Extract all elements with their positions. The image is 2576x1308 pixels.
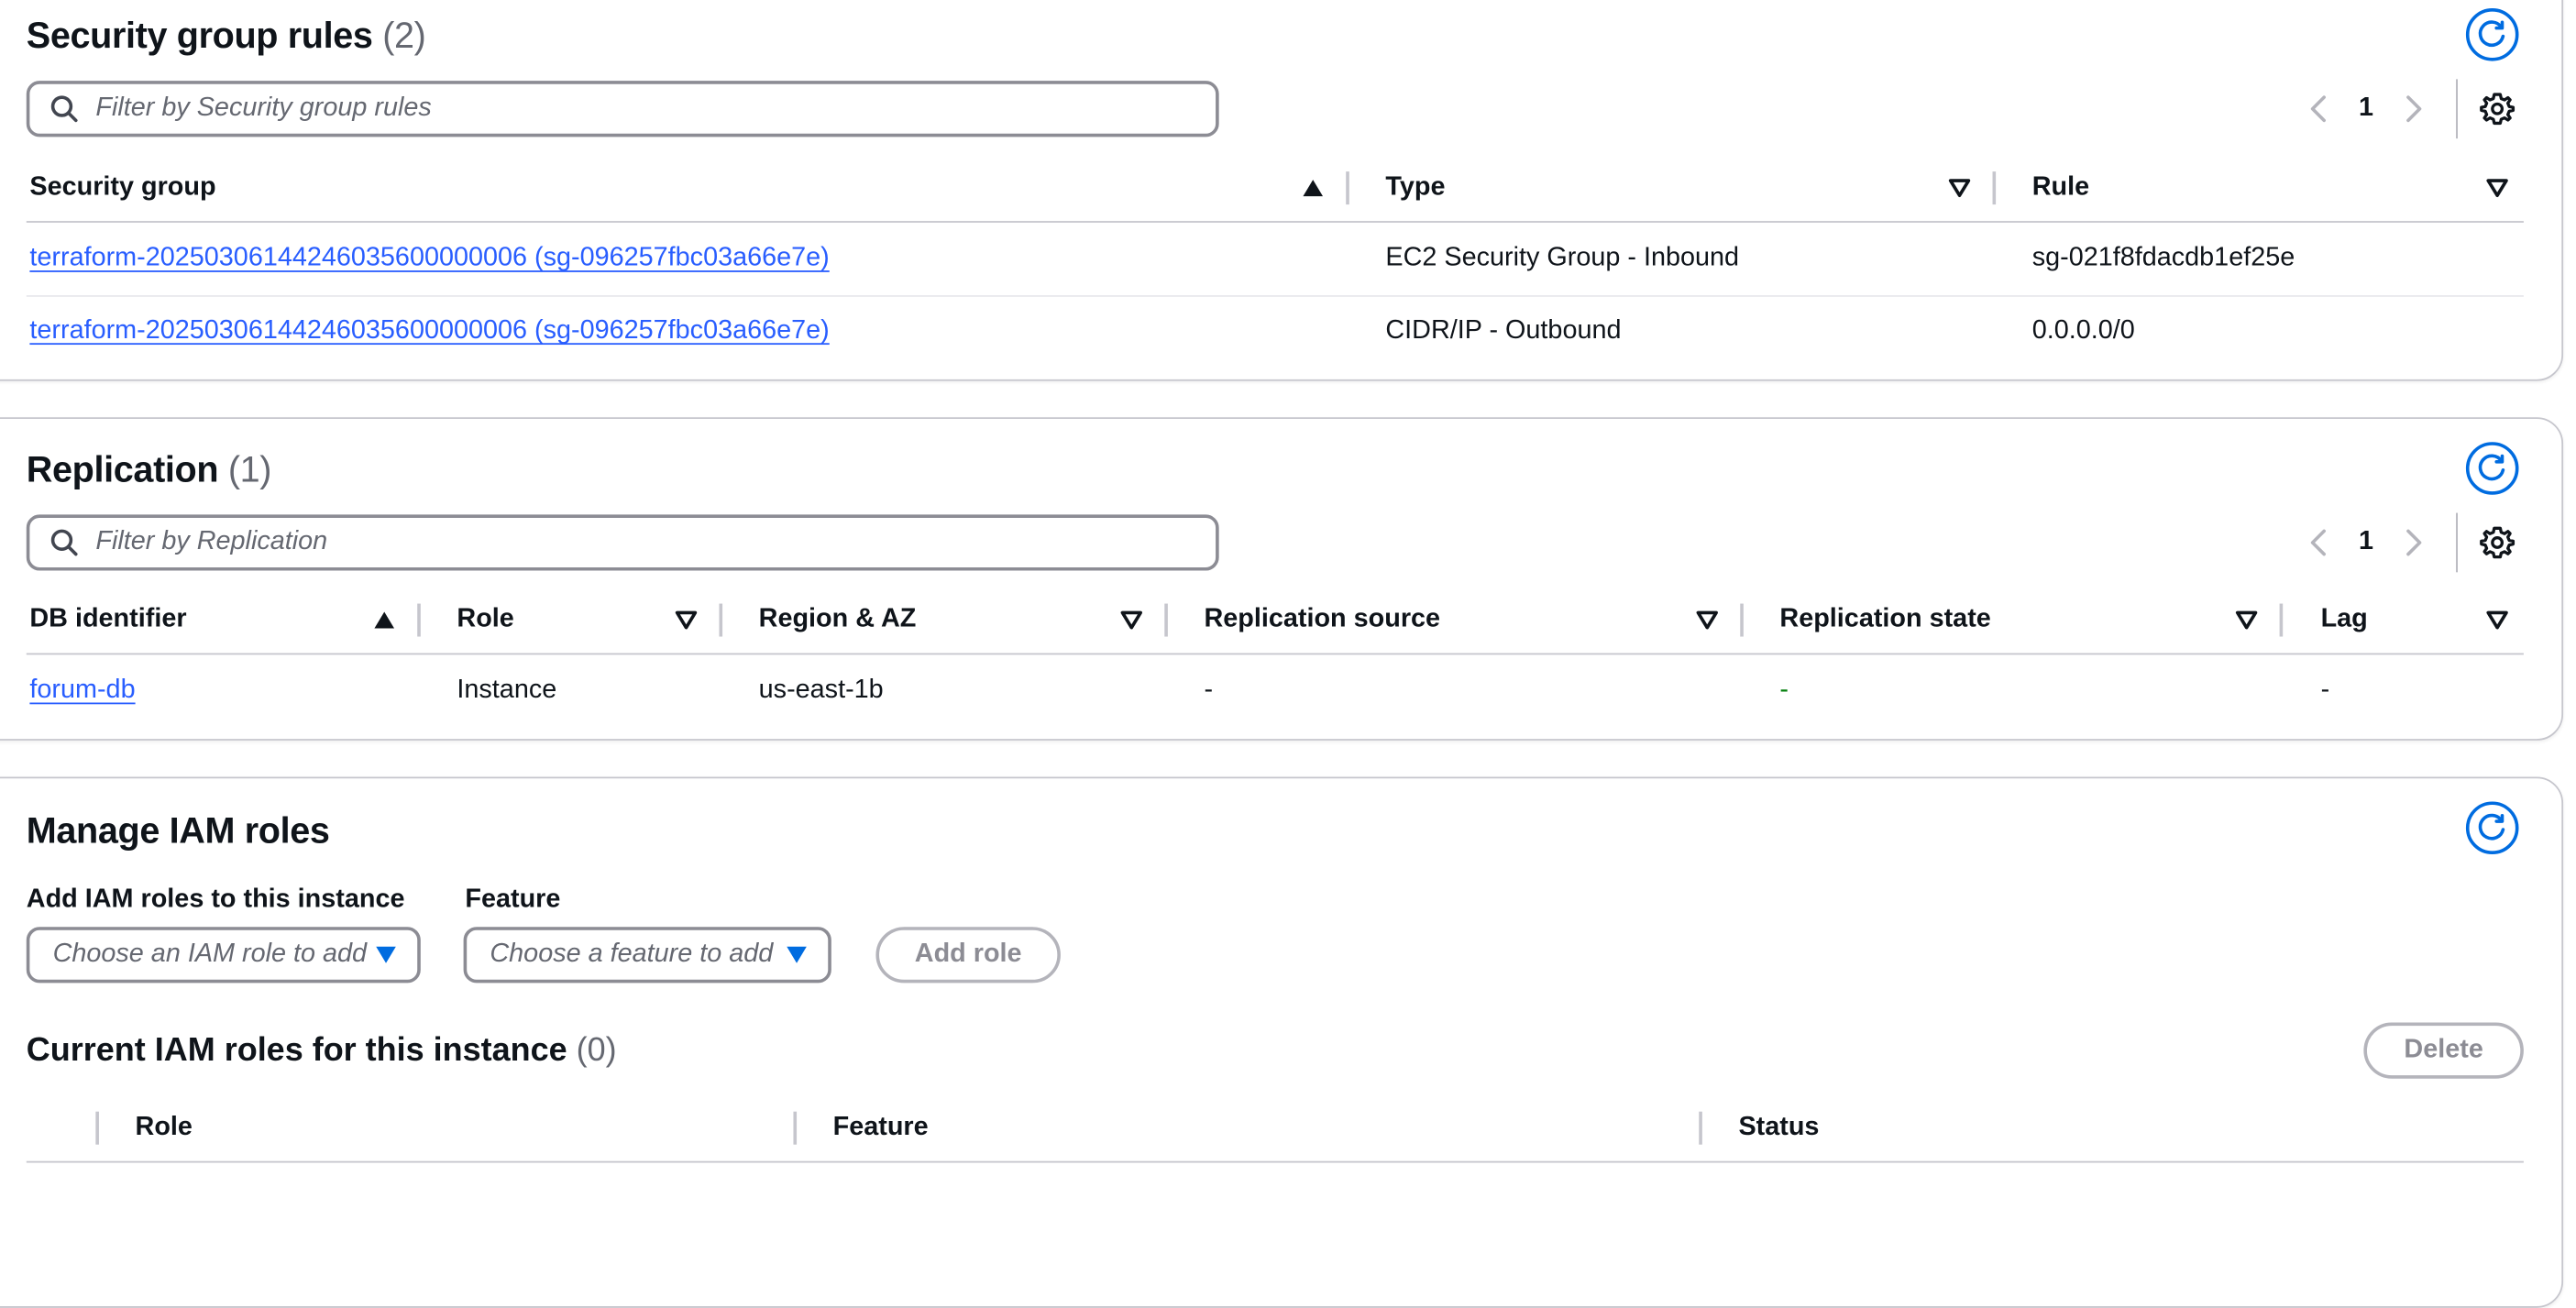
column-header-region-az[interactable]: Region & AZ	[759, 605, 917, 634]
select-placeholder: Choose an IAM role to add	[52, 940, 368, 969]
divider	[2456, 512, 2458, 573]
chevron-left-icon[interactable]	[2303, 526, 2336, 559]
sort-icon[interactable]	[1948, 178, 1971, 198]
panel-title-text: Replication	[26, 448, 219, 490]
refresh-button[interactable]	[2465, 801, 2519, 855]
table-header-divider	[26, 221, 2524, 223]
sort-icon[interactable]	[1696, 610, 1719, 631]
search-input[interactable]	[95, 93, 1085, 124]
security-group-rules-filter[interactable]	[26, 81, 1219, 137]
preferences-button[interactable]	[2479, 91, 2515, 136]
column-header-replication-state[interactable]: Replication state	[1779, 605, 1990, 634]
sort-icon[interactable]	[1120, 610, 1143, 631]
search-icon	[50, 95, 78, 123]
rules-count: (2)	[382, 15, 426, 57]
current-iam-roles-title: Current IAM roles for this instance (0)	[27, 1032, 617, 1070]
column-resizer[interactable]	[1740, 603, 1744, 637]
search-icon	[50, 529, 78, 556]
iam-role-select[interactable]: Choose an IAM role to add	[26, 927, 421, 984]
replication-count: (1)	[227, 448, 272, 490]
feature-label: Feature	[465, 885, 561, 914]
security-group-rules-title: Security group rules (2)	[27, 15, 426, 58]
caret-down-icon	[376, 946, 396, 963]
region-az: us-east-1b	[758, 676, 884, 705]
sort-ascending-icon[interactable]	[1302, 178, 1325, 198]
refresh-button[interactable]	[2465, 442, 2519, 495]
rule-type: CIDR/IP - Outbound	[1385, 316, 1622, 346]
pagination: 1	[2303, 514, 2429, 570]
column-resizer[interactable]	[1699, 1111, 1702, 1145]
page-number[interactable]: 1	[2359, 94, 2373, 124]
search-input[interactable]	[95, 527, 1085, 558]
select-placeholder: Choose a feature to add	[490, 940, 774, 969]
column-resizer[interactable]	[95, 1111, 99, 1145]
column-header-type[interactable]: Type	[1385, 173, 1445, 203]
subtitle-text: Current IAM roles for this instance	[26, 1032, 567, 1069]
replication-role: Instance	[457, 676, 557, 705]
replication-lag: -	[2320, 676, 2330, 705]
preferences-button[interactable]	[2479, 524, 2515, 569]
sort-icon[interactable]	[675, 610, 698, 631]
replication-state: -	[1779, 676, 1789, 705]
column-resizer[interactable]	[1346, 171, 1349, 205]
replication-filter[interactable]	[26, 514, 1219, 571]
row-divider	[26, 295, 2524, 297]
column-header-role[interactable]: Role	[457, 605, 513, 634]
table-header-divider	[26, 653, 2524, 655]
column-header-feature[interactable]: Feature	[833, 1114, 929, 1143]
chevron-left-icon[interactable]	[2303, 93, 2336, 126]
replication-panel	[0, 417, 2564, 741]
panel-title-text: Security group rules	[26, 15, 373, 57]
replication-source: -	[1204, 676, 1214, 705]
page: Security group rules (2) 1 Security grou…	[0, 0, 2576, 1308]
sort-icon[interactable]	[2486, 610, 2509, 631]
caret-down-icon	[787, 946, 807, 963]
table-header-divider	[26, 1160, 2524, 1163]
column-resizer[interactable]	[2279, 603, 2284, 637]
sort-icon[interactable]	[2235, 610, 2258, 631]
iam-roles-title: Manage IAM roles	[26, 809, 330, 852]
current-roles-count: (0)	[576, 1032, 617, 1069]
security-group-link[interactable]: terraform-20250306144246035600000006 (sg…	[29, 316, 829, 346]
page-number[interactable]: 1	[2359, 528, 2373, 557]
refresh-icon	[2478, 454, 2505, 481]
add-role-button[interactable]: Add role	[875, 927, 1061, 984]
column-resizer[interactable]	[1164, 603, 1168, 637]
feature-select[interactable]: Choose a feature to add	[463, 927, 831, 984]
column-resizer[interactable]	[1992, 171, 1997, 205]
column-header-rule[interactable]: Rule	[2032, 173, 2089, 203]
rule-value: 0.0.0.0/0	[2031, 316, 2135, 346]
column-header-security-group[interactable]: Security group	[29, 173, 215, 203]
add-iam-role-label: Add IAM roles to this instance	[26, 885, 405, 914]
replication-title: Replication (1)	[26, 448, 272, 491]
column-header-role[interactable]: Role	[136, 1114, 193, 1143]
refresh-icon	[2478, 20, 2505, 48]
column-header-status[interactable]: Status	[1738, 1114, 1819, 1143]
security-group-link[interactable]: terraform-20250306144246035600000006 (sg…	[29, 244, 829, 273]
column-header-replication-source[interactable]: Replication source	[1204, 605, 1440, 634]
column-resizer[interactable]	[793, 1111, 798, 1145]
chevron-right-icon[interactable]	[2396, 93, 2429, 126]
rule-value: sg-021f8fdacdb1ef25e	[2031, 244, 2295, 272]
refresh-button[interactable]	[2465, 7, 2519, 61]
pagination: 1	[2303, 81, 2429, 137]
gear-icon	[2480, 93, 2515, 126]
db-identifier-link[interactable]: forum-db	[29, 676, 135, 706]
chevron-right-icon[interactable]	[2396, 526, 2429, 559]
sort-ascending-icon[interactable]	[373, 610, 396, 631]
divider	[2456, 79, 2458, 139]
delete-button[interactable]: Delete	[2363, 1022, 2524, 1079]
column-resizer[interactable]	[417, 603, 421, 637]
column-header-db-identifier[interactable]: DB identifier	[29, 605, 186, 634]
gear-icon	[2480, 526, 2515, 559]
column-header-lag[interactable]: Lag	[2321, 605, 2368, 634]
column-resizer[interactable]	[719, 603, 723, 637]
sort-icon[interactable]	[2486, 178, 2509, 198]
rule-type: EC2 Security Group - Inbound	[1385, 244, 1740, 272]
refresh-icon	[2478, 813, 2505, 841]
